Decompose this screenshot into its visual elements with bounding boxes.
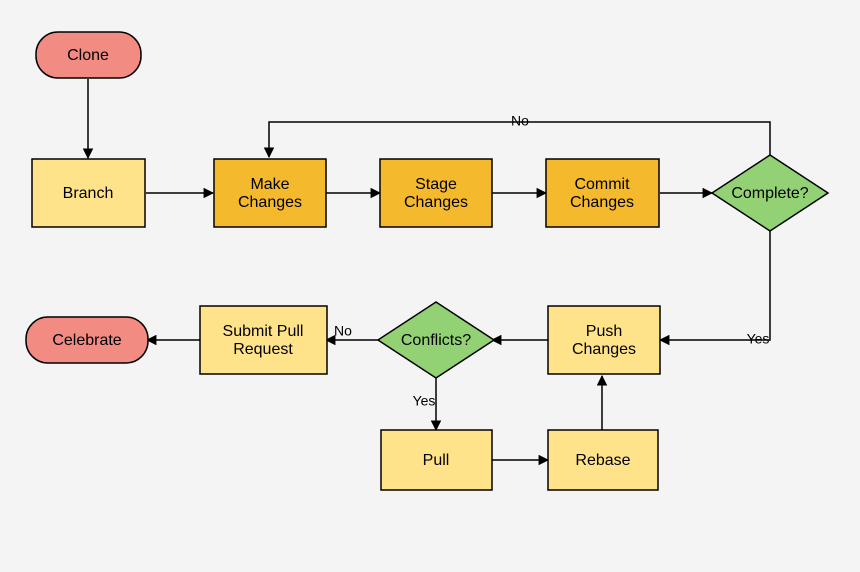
node-stage-label-1: Stage: [415, 176, 457, 193]
edge-label-no2: No: [334, 323, 352, 339]
edge-label-yes1: Yes: [747, 331, 770, 347]
node-make-label-1: Make: [250, 176, 289, 193]
node-branch-label: Branch: [63, 185, 114, 202]
node-commit-label-1: Commit: [574, 176, 630, 193]
node-commit-changes: Commit Changes: [546, 159, 659, 227]
node-make-label-2: Changes: [238, 194, 302, 211]
node-make-changes: Make Changes: [214, 159, 326, 227]
edge-complete-yes: [660, 228, 770, 340]
node-commit-label-2: Changes: [570, 194, 634, 211]
node-pull-label: Pull: [423, 452, 450, 469]
node-submit-label-1: Submit Pull: [223, 323, 304, 340]
node-rebase: Rebase: [548, 430, 658, 490]
node-submit-pr: Submit Pull Request: [200, 306, 327, 374]
node-celebrate-label: Celebrate: [52, 332, 121, 349]
node-celebrate: Celebrate: [26, 317, 148, 363]
edge-label-no1: No: [511, 113, 529, 129]
node-conflicts: Conflicts?: [378, 302, 494, 378]
node-conflicts-label: Conflicts?: [401, 332, 471, 349]
node-complete-label: Complete?: [731, 185, 808, 202]
node-pull: Pull: [381, 430, 492, 490]
node-push-label-2: Changes: [572, 341, 636, 358]
edge-label-yes2: Yes: [413, 393, 436, 409]
node-submit-label-2: Request: [233, 341, 293, 358]
node-clone-label: Clone: [67, 47, 109, 64]
node-push-changes: Push Changes: [548, 306, 660, 374]
node-stage-changes: Stage Changes: [380, 159, 492, 227]
node-rebase-label: Rebase: [575, 452, 630, 469]
node-clone: Clone: [36, 32, 141, 78]
node-stage-label-2: Changes: [404, 194, 468, 211]
node-branch: Branch: [32, 159, 145, 227]
node-complete: Complete?: [712, 155, 828, 231]
node-push-label-1: Push: [586, 323, 622, 340]
